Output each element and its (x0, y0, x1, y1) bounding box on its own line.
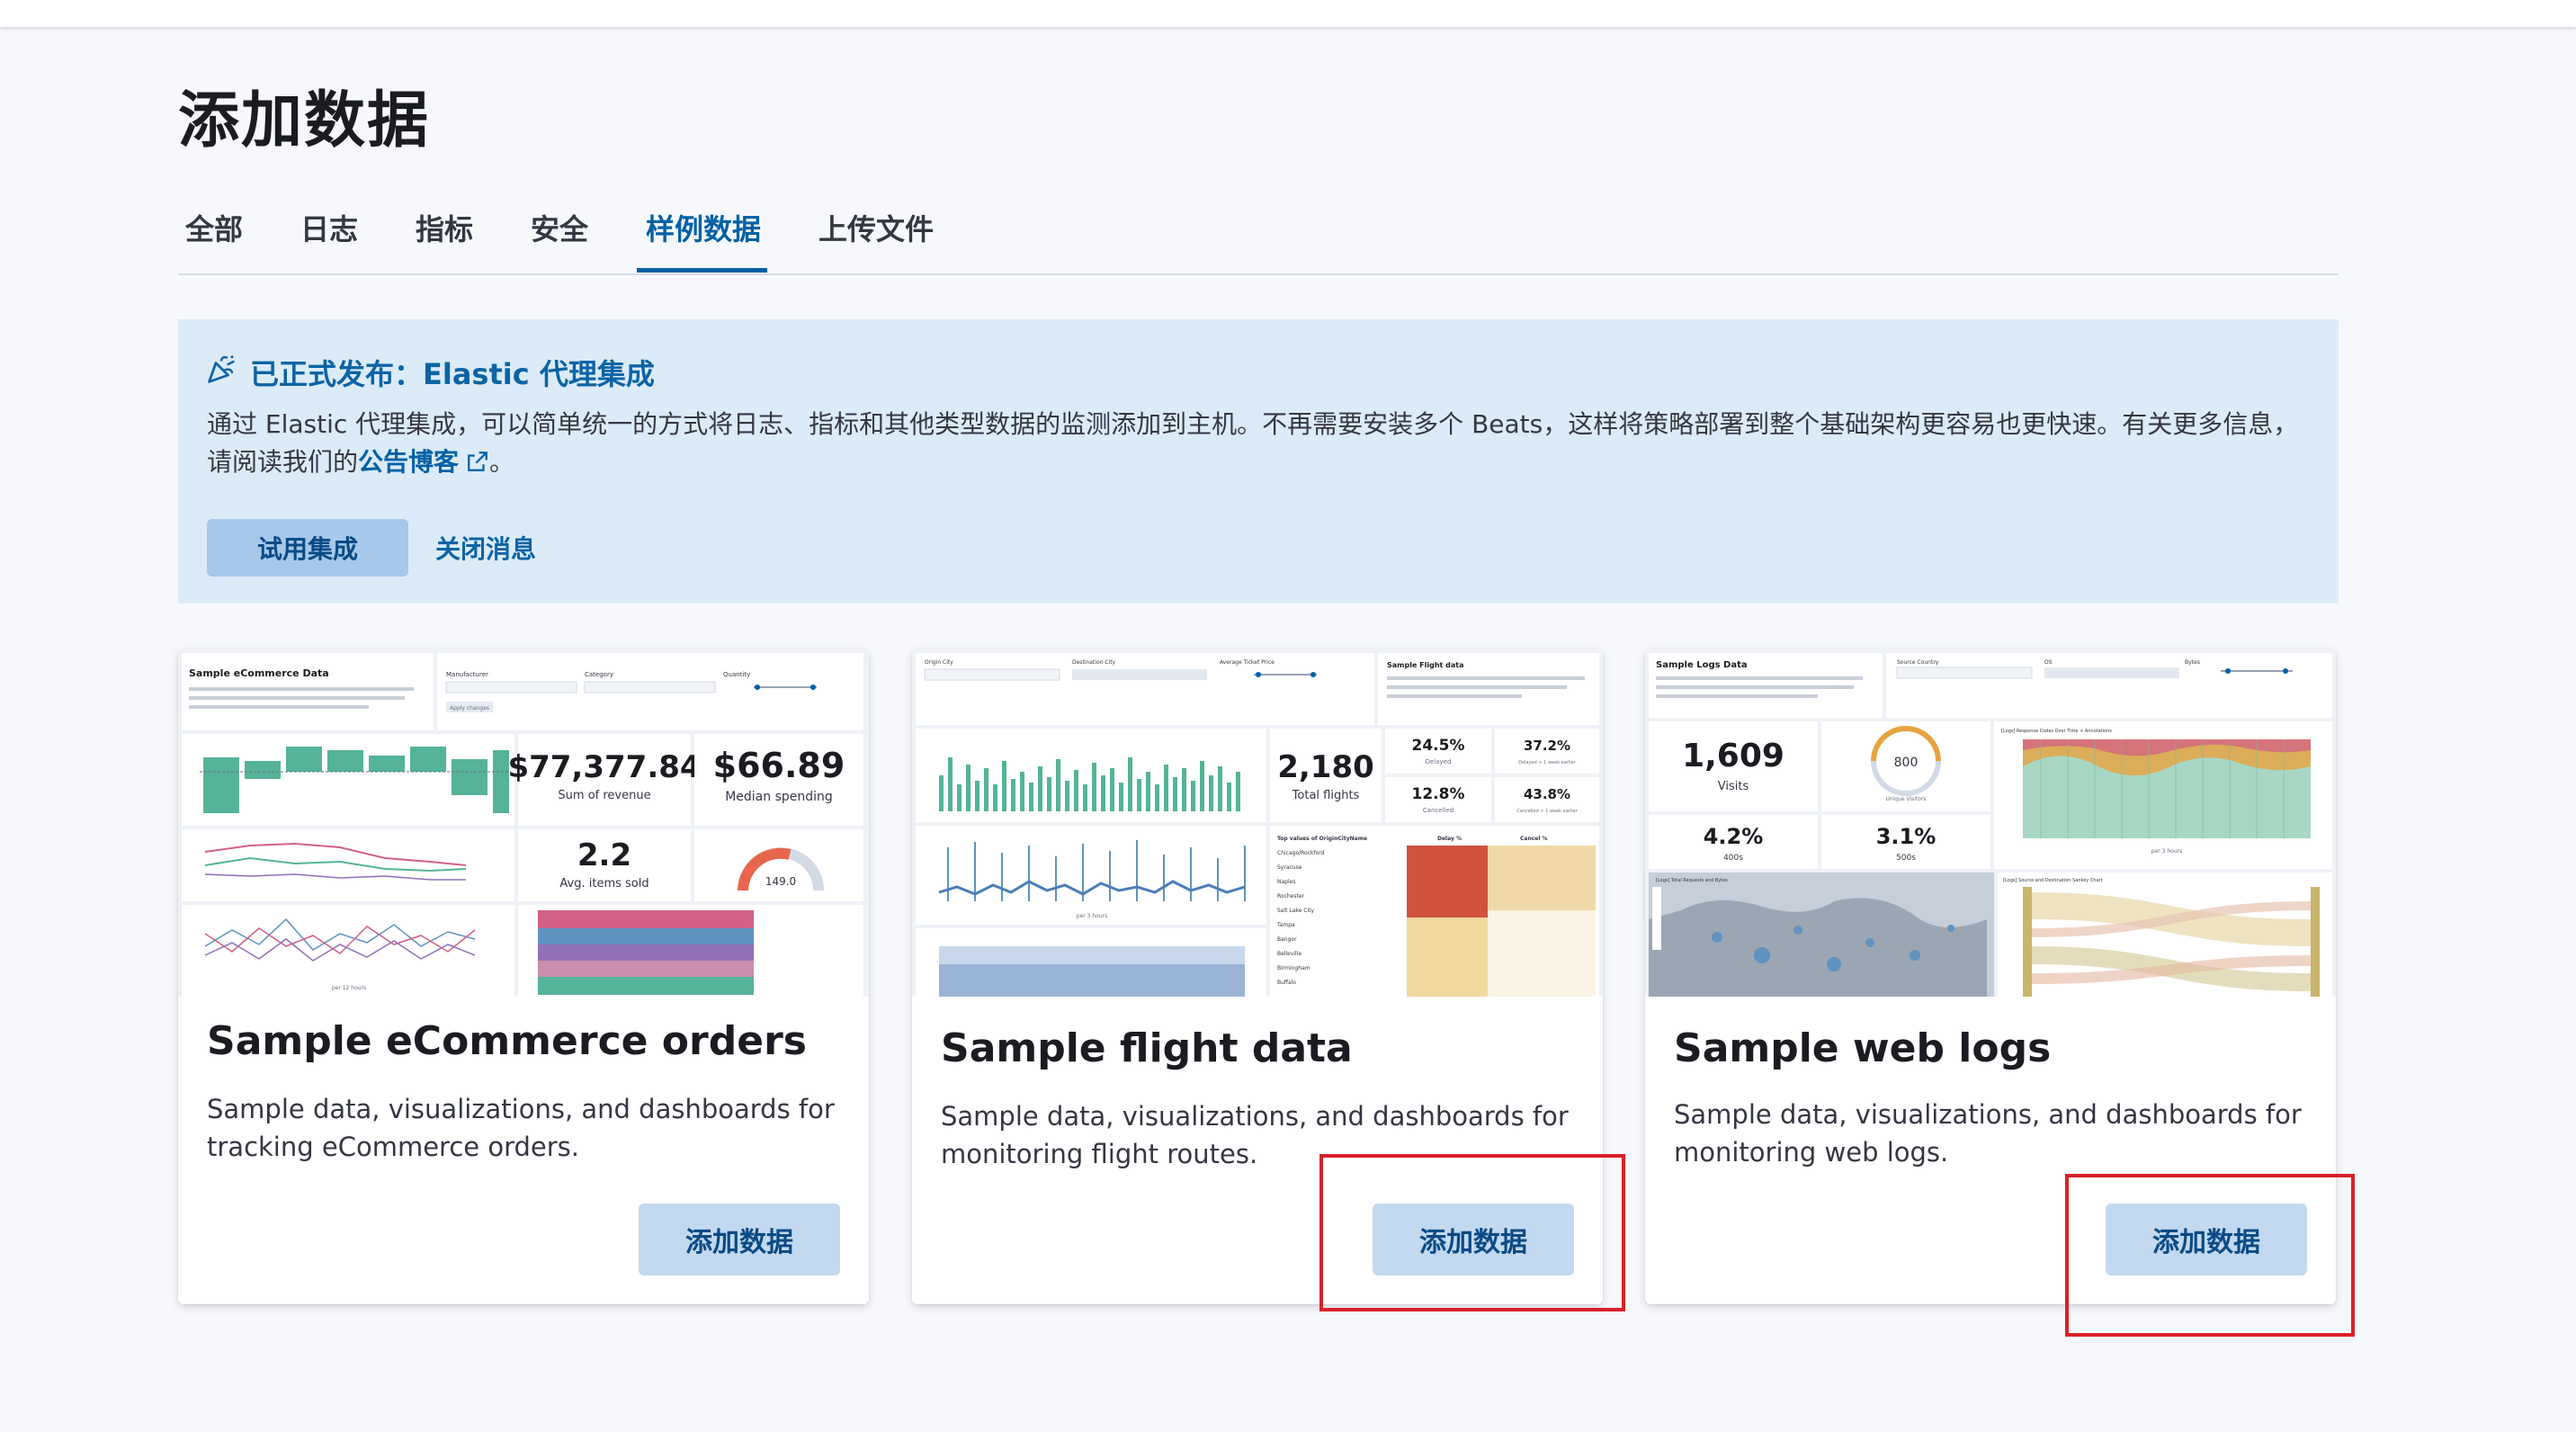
callout-body-text: 通过 Elastic 代理集成，可以简单统一的方式将日志、指标和其他类型数据的监… (207, 409, 2299, 477)
flight-panel-title: Sample Flight data (1387, 661, 1464, 669)
weblogs-card-title: Sample web logs (1674, 1025, 2052, 1071)
flight-city-10: Buffalo (1277, 980, 1296, 986)
weblogs-stat-500s: 3.1% (1876, 824, 1936, 849)
ecommerce-filter-label-1: Manufacturer (446, 671, 488, 678)
tab-all[interactable]: 全部 (185, 207, 243, 248)
flight-filter-label-1: Origin City (925, 659, 953, 666)
ecommerce-metric-items: 2.2 (577, 837, 631, 873)
ecommerce-metric-median: $66.89 (713, 746, 845, 785)
flight-city-6: Tampa (1276, 922, 1295, 928)
weblogs-chart-title-1: [Logs] Response Codes Over Time + Annota… (2001, 729, 2112, 734)
callout-body-end: 。 (489, 447, 515, 477)
flight-city-2: Syracuse (1277, 864, 1302, 871)
flight-table-header-cancel: Cancel % (1520, 836, 1548, 842)
flight-pct-delayed: 24.5% (1412, 737, 1465, 755)
weblogs-x-axis-label: per 3 hours (2151, 848, 2182, 855)
weblogs-filter-label-2: OS (2044, 659, 2053, 666)
tab-bar: 全部 日志 指标 安全 样例数据 上传文件 (178, 194, 2339, 275)
ecommerce-metric-revenue: $77,377.84 (507, 749, 701, 785)
weblogs-filter-label-3: Bytes (2185, 659, 2200, 666)
ecommerce-add-data-button[interactable]: 添加数据 (639, 1204, 840, 1275)
top-header-bar (0, 0, 2576, 27)
flight-pct-delayed-prev: 37.2% (1524, 738, 1570, 754)
flight-pct-cancelled: 12.8% (1412, 785, 1465, 803)
flight-city-1: Chicago/Rockford (1277, 850, 1325, 856)
page-title: 添加数据 (178, 85, 431, 157)
ga-announcement-callout: 已正式发布：Elastic 代理集成 通过 Elastic 代理集成，可以简单统… (178, 319, 2339, 604)
weblogs-card-description: Sample data, visualizations, and dashboa… (1674, 1099, 2302, 1168)
try-integrations-button[interactable]: 试用集成 (207, 519, 408, 577)
ecommerce-gauge-value: 149.0 (765, 875, 796, 888)
flight-filter-label-3: Average Ticket Price (1220, 659, 1275, 666)
callout-body: 通过 Elastic 代理集成，可以简单统一的方式将日志、指标和其他类型数据的监… (207, 406, 2312, 481)
weblogs-gauge-label: Unique Visitors (1885, 796, 1926, 802)
flight-filter-label-2: Destination City (1072, 659, 1116, 666)
weblogs-gauge-value: 800 (1894, 756, 1919, 770)
weblogs-filter-label-1: Source Country (1897, 659, 1939, 666)
ecommerce-filter-label-3: Quantity (723, 671, 750, 678)
flight-x-axis-label: per 3 hours (1077, 913, 1107, 919)
flight-table-header-city: Top values of OriginCityName (1277, 836, 1367, 842)
flight-metric-total-label: Total flights (1292, 789, 1360, 802)
active-tab-indicator (637, 268, 767, 273)
flight-city-3: Naples (1277, 879, 1295, 885)
flight-pct-delayed-label: Delayed (1426, 758, 1452, 765)
ecommerce-filter-label-2: Category (585, 671, 613, 678)
flight-pct-cancelled-label: Cancelled (1423, 807, 1453, 814)
weblogs-metric-visits: 1,609 (1682, 738, 1784, 774)
flight-city-5: Salt Lake City (1277, 908, 1315, 914)
ecommerce-metric-items-label: Avg. items sold (559, 877, 648, 891)
flight-city-8: Belleville (1277, 951, 1301, 957)
flight-add-data-highlight (1319, 1154, 1625, 1311)
flight-pct-cancelled-prev-label: Cancelled > 1 week earlier (1516, 809, 1578, 814)
weblogs-stat-400s: 4.2% (1704, 824, 1764, 849)
cheer-icon (208, 355, 235, 383)
tab-upload-file[interactable]: 上传文件 (818, 207, 934, 248)
ecommerce-card-title: Sample eCommerce orders (207, 1018, 807, 1064)
ecommerce-card-description: Sample data, visualizations, and dashboa… (207, 1094, 835, 1162)
tab-security[interactable]: 安全 (531, 207, 588, 248)
ecommerce-apply-text: Apply changes (450, 705, 489, 712)
flight-pct-delayed-prev-label: Delayed > 1 week earlier (1518, 760, 1577, 765)
flight-city-4: Rochester (1277, 893, 1305, 899)
weblogs-panel-title: Sample Logs Data (1656, 660, 1748, 670)
weblogs-stat-500s-label: 500s (1896, 854, 1916, 863)
flight-metric-total: 2,180 (1277, 749, 1374, 785)
flight-city-7: Bangor (1277, 936, 1297, 943)
announcement-blog-link[interactable]: 公告博客 (358, 447, 489, 477)
flight-card-title: Sample flight data (941, 1025, 1353, 1071)
weblogs-chart-title-3: [Logs] Source and Destination Sankey Cha… (2003, 878, 2103, 883)
ecommerce-metric-median-label: Median spending (725, 790, 833, 804)
ecommerce-metric-revenue-label: Sum of revenue (558, 789, 650, 802)
callout-title: 已正式发布：Elastic 代理集成 (250, 357, 655, 391)
dismiss-message-button[interactable]: 关闭消息 (435, 519, 536, 577)
tab-logs[interactable]: 日志 (300, 207, 358, 248)
ecommerce-x-axis-label: per 12 hours (332, 985, 366, 991)
tab-sample-data[interactable]: 样例数据 (646, 207, 761, 248)
ecommerce-panel-title: Sample eCommerce Data (189, 667, 329, 679)
weblogs-dashboard-thumbnail: Sample Logs Data Source Country OS Bytes… (1645, 649, 2336, 997)
announcement-blog-link-text: 公告博客 (358, 447, 460, 477)
flight-pct-cancelled-prev: 43.8% (1524, 786, 1570, 802)
weblogs-chart-title-2: [Logs] Total Requests and Bytes (1656, 878, 1728, 883)
weblogs-metric-visits-label: Visits (1718, 780, 1749, 793)
ecommerce-dashboard-thumbnail: Sample eCommerce Data Manufacturer Categ… (178, 649, 869, 997)
weblogs-stat-400s-label: 400s (1723, 854, 1743, 863)
flight-dashboard-thumbnail: Origin City Destination City Average Tic… (912, 649, 1603, 997)
flight-city-9: Birmingham (1277, 965, 1310, 971)
tab-metrics[interactable]: 指标 (416, 207, 473, 248)
weblogs-add-data-highlight (2065, 1174, 2355, 1337)
external-link-icon (468, 452, 487, 471)
sample-card-ecommerce: Sample eCommerce Data Manufacturer Categ… (178, 649, 869, 1304)
flight-table-header-delay: Delay % (1437, 836, 1462, 842)
